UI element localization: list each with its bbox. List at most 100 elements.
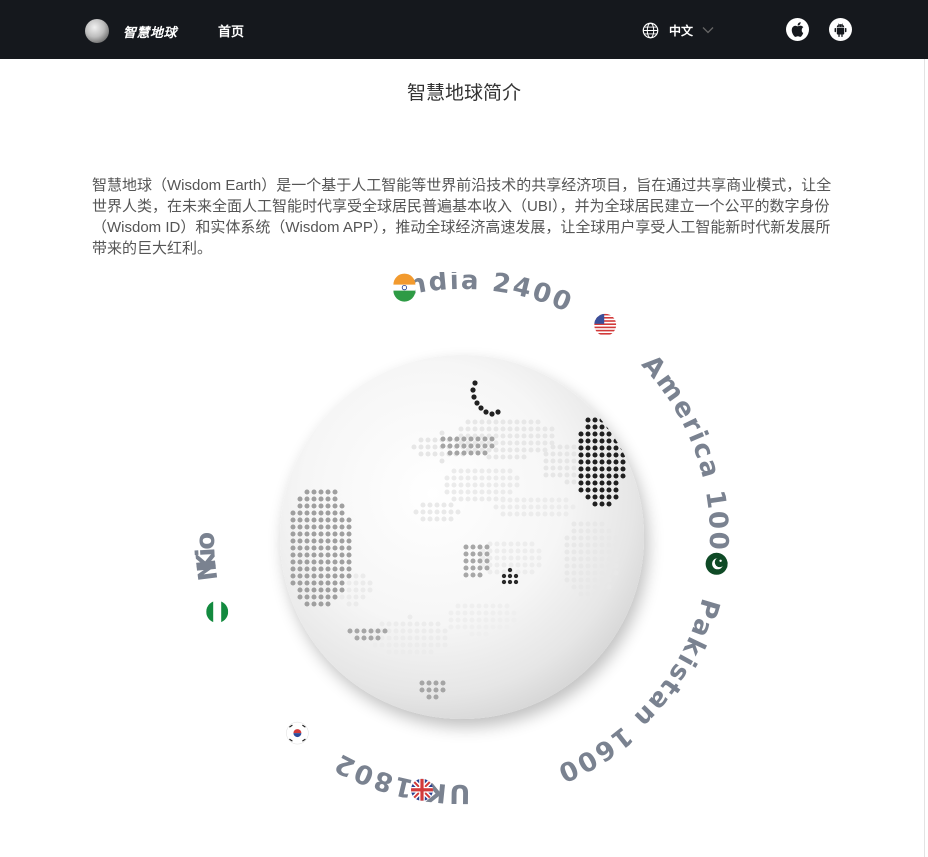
korea-flag-icon [286,721,309,745]
map-dot [441,502,447,508]
map-dot [487,569,493,575]
map-dot [447,436,453,442]
map-dot [441,516,447,522]
map-dot [542,433,548,439]
chevron-down-icon [702,27,714,34]
map-dot [332,552,338,558]
earth-logo-icon[interactable] [85,19,109,43]
map-dot [477,544,483,550]
map-dot [458,426,464,432]
top-navbar: 智慧地球 首页 中文 [0,0,928,59]
map-dot [477,565,483,571]
map-dot [514,454,520,460]
map-dot [606,466,612,472]
map-dot [454,436,460,442]
map-dot [470,565,476,571]
map-dot [550,451,556,457]
map-dot [304,587,310,593]
map-dot [528,447,534,453]
map-dot [458,475,464,481]
map-dot [472,496,478,502]
map-dot [476,603,482,609]
map-dot [507,489,513,495]
map-dot [528,440,534,446]
map-dot [451,496,457,502]
map-dot [339,559,345,565]
map-dot [461,443,467,449]
map-dot [420,509,426,515]
map-dot [347,628,353,634]
map-dot [472,482,478,488]
map-dot [482,450,488,456]
scrollbar-track[interactable] [924,59,925,857]
map-dot [346,580,352,586]
android-download-button[interactable] [829,18,852,41]
map-dot [427,516,433,522]
map-dot [613,452,619,458]
map-dot [507,573,513,579]
map-dot [290,573,296,579]
map-dot [475,443,481,449]
map-dot [325,580,331,586]
map-dot [493,419,499,425]
map-dot [599,438,605,444]
map-dot [606,445,612,451]
map-dot [536,555,542,561]
map-dot [444,482,450,488]
map-dot [606,542,612,548]
map-dot [521,447,527,453]
map-dot [304,489,310,495]
map-dot [495,409,501,415]
map-dot [418,437,424,443]
map-dot [571,444,577,450]
map-dot [477,558,483,564]
map-dot [439,458,445,464]
map-dot [420,502,426,508]
map-dot [339,503,345,509]
map-dot [433,694,439,700]
map-dot [599,494,605,500]
language-selector[interactable]: 中文 [642,21,714,39]
map-dot [500,447,506,453]
map-dot [375,628,381,634]
brand-name[interactable]: 智慧地球 [123,22,177,41]
nav-home-link[interactable]: 首页 [218,21,244,40]
map-dot [490,617,496,623]
map-dot [360,573,366,579]
map-dot [620,445,626,451]
map-dot [325,538,331,544]
map-dot [507,426,513,432]
map-dot [529,562,535,568]
map-dot [311,538,317,544]
map-dot [421,635,427,641]
map-dot [428,621,434,627]
map-dot [297,594,303,600]
map-dot [290,545,296,551]
map-dot [318,552,324,558]
map-dot [297,573,303,579]
map-dot [571,535,577,541]
map-dot [599,549,605,555]
map-dot [360,580,366,586]
map-dot [613,556,619,562]
map-dot [578,459,584,465]
map-dot [592,431,598,437]
map-dot [318,594,324,600]
map-dot [599,473,605,479]
map-dot [407,635,413,641]
map-dot [407,614,413,620]
map-dot [563,504,569,510]
map-dot [367,587,373,593]
pakistan-flag-icon [705,552,728,575]
map-dot [444,489,450,495]
apple-download-button[interactable] [786,18,809,41]
map-dot [332,517,338,523]
map-dot [514,511,520,517]
map-dot [578,535,584,541]
map-dot [454,450,460,456]
map-dot [571,549,577,555]
map-dot [493,454,499,460]
map-dot [564,563,570,569]
map-dot [529,541,535,547]
map-dot [432,437,438,443]
